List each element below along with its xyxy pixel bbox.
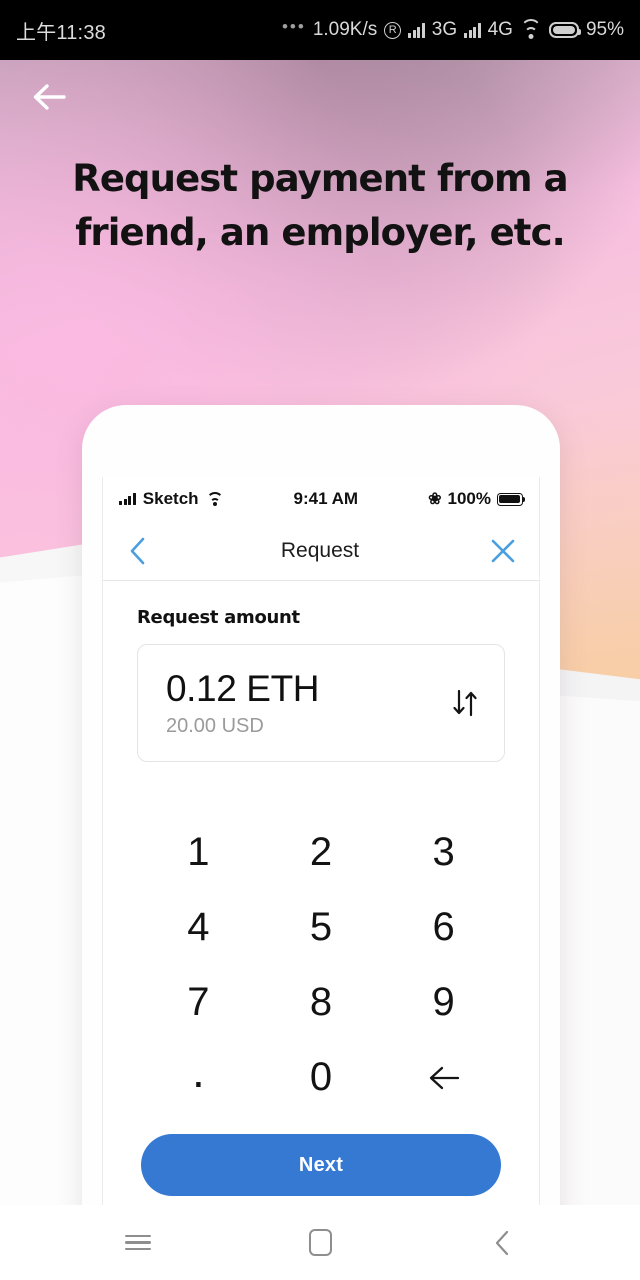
amount-secondary-value: 20.00 USD [166,715,264,737]
keypad-key-backspace[interactable] [382,1043,505,1112]
ios-battery-percent: 100% [447,489,491,508]
network-speed-label: 1.09K/s [312,19,378,40]
keypad-key-3[interactable]: 3 [382,818,505,887]
menu-recents-icon[interactable] [111,1216,165,1270]
carrier-label: Sketch [142,489,199,508]
keypad-key-6[interactable]: 6 [382,893,505,962]
back-glyph [495,1230,509,1255]
hero-gradient-background: Request payment from a friend, an employ… [0,60,640,1205]
ios-status-bar: Sketch 9:41 AM ❀ 100% [103,477,539,521]
ios-clock: 9:41 AM [293,489,359,508]
numeric-keypad: 1 2 3 4 5 6 7 8 9 . 0 [103,818,539,1112]
status-bar-icons: ••• 1.09K/s R 3G 4G 95% [281,17,624,41]
next-button-container: Next [103,1112,539,1196]
app-nav-title: Request [280,538,360,562]
keypad-key-2[interactable]: 2 [260,818,383,887]
keypad-key-4[interactable]: 4 [137,893,260,962]
request-amount-section: Request amount 0.12 ETH 20.00 USD [103,581,539,762]
keypad-key-7[interactable]: 7 [137,968,260,1037]
wifi-icon [206,491,224,506]
signal-bars-icon-1 [408,22,425,38]
network-type-label-2: 4G [487,19,513,40]
wifi-icon [520,19,542,39]
amount-values: 0.12 ETH 20.00 USD [166,668,319,738]
battery-icon [496,492,526,506]
screen-root: 上午11:38 ••• 1.09K/s R 3G 4G 95% Request … [0,0,640,1280]
battery-icon [548,22,581,38]
android-status-bar: 上午11:38 ••• 1.09K/s R 3G 4G 95% [0,0,640,60]
next-button[interactable]: Next [141,1134,501,1196]
keypad-key-5[interactable]: 5 [260,893,383,962]
chevron-left-icon[interactable] [125,536,151,566]
chevron-left-icon[interactable] [475,1216,529,1270]
roaming-icon: R [384,21,402,39]
network-type-label-1: 3G [431,19,458,40]
home-glyph [308,1229,332,1256]
keypad-key-1[interactable]: 1 [137,818,260,887]
android-navigation-bar [0,1205,640,1280]
request-amount-label: Request amount [137,607,300,628]
status-bar-clock: 上午11:38 [16,21,106,44]
ios-status-left: Sketch [119,489,224,509]
amount-input-card[interactable]: 0.12 ETH 20.00 USD [137,644,505,762]
keypad-key-9[interactable]: 9 [382,968,505,1037]
recents-glyph [125,1231,151,1254]
close-x-icon[interactable] [489,537,517,565]
back-arrow-icon[interactable] [26,74,72,120]
home-square-icon[interactable] [293,1216,347,1270]
more-dots-icon: ••• [281,17,306,36]
bluetooth-icon: ❀ [428,491,442,508]
phone-screen: Sketch 9:41 AM ❀ 100% Request Request am… [102,477,540,1205]
page-title: Request payment from a friend, an employ… [72,157,568,254]
ios-status-right: ❀ 100% [428,489,526,509]
signal-bars-icon-2 [464,22,481,38]
keypad-key-0[interactable]: 0 [260,1043,383,1112]
battery-percent-label: 95% [585,19,624,40]
swap-arrows-icon[interactable] [448,686,482,720]
phone-mockup: Sketch 9:41 AM ❀ 100% Request Request am… [82,405,560,1205]
signal-bars-icon [119,493,136,505]
back-arrow-glyph [33,84,66,110]
keypad-key-decimal[interactable]: . [137,1043,260,1112]
amount-primary-value: 0.12 ETH [166,668,320,709]
keypad-key-8[interactable]: 8 [260,968,383,1037]
backspace-icon [429,1066,459,1089]
app-nav-bar: Request [103,521,539,581]
